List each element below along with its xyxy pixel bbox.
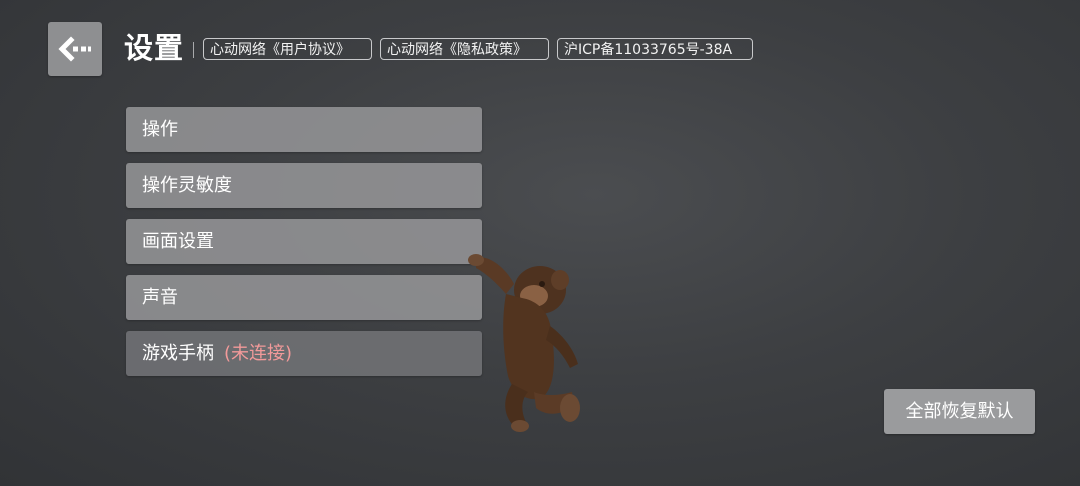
settings-menu: 操作 操作灵敏度 画面设置 声音 游戏手柄 (未连接)	[126, 107, 482, 387]
icp-license-link[interactable]: 沪ICP备11033765号-38A	[557, 38, 753, 60]
menu-item-controls[interactable]: 操作	[126, 107, 482, 152]
menu-item-label: 操作灵敏度	[142, 175, 232, 196]
menu-item-sound[interactable]: 声音	[126, 275, 482, 320]
privacy-policy-link[interactable]: 心动网络《隐私政策》	[380, 38, 549, 60]
back-arrow-icon	[58, 36, 91, 62]
gamepad-status: (未连接)	[224, 343, 293, 364]
user-agreement-link[interactable]: 心动网络《用户协议》	[203, 38, 372, 60]
menu-item-graphics[interactable]: 画面设置	[126, 219, 482, 264]
monkey-character-icon	[468, 254, 580, 432]
page-title: 设置	[124, 31, 185, 65]
menu-item-label: 游戏手柄	[142, 343, 214, 364]
menu-item-label: 画面设置	[142, 231, 214, 252]
menu-item-label: 声音	[142, 287, 178, 308]
reset-all-defaults-button[interactable]: 全部恢复默认	[884, 389, 1035, 434]
menu-item-gamepad[interactable]: 游戏手柄 (未连接)	[126, 331, 482, 376]
menu-item-label: 操作	[142, 119, 178, 140]
back-button[interactable]	[48, 22, 102, 76]
title-divider	[193, 42, 194, 58]
menu-item-sensitivity[interactable]: 操作灵敏度	[126, 163, 482, 208]
